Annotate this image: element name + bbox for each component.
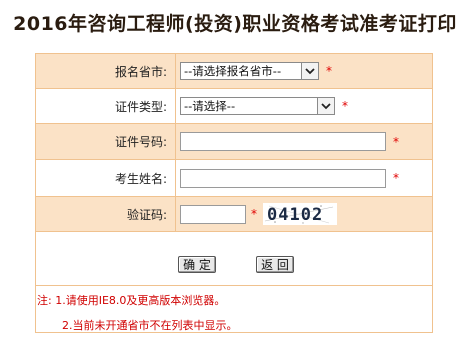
city-select[interactable]: --请选择报名省市-- [180,62,319,80]
required-mark: * [251,207,257,221]
chevron-down-icon[interactable] [301,63,318,79]
captcha-label: 验证码: [36,197,176,231]
row-city: 报名省市: --请选择报名省市-- * [36,54,432,89]
city-label: 报名省市: [36,54,176,88]
captcha-image[interactable]: 04102 [263,203,337,225]
required-mark: * [393,171,399,185]
city-select-value: --请选择报名省市-- [184,64,282,78]
row-id-number: 证件号码: * [36,124,432,160]
button-bar: 确 定 返 回 [0,256,470,276]
name-label: 考生姓名: [36,160,176,196]
name-input[interactable] [180,168,386,188]
captcha-input[interactable] [180,204,246,224]
row-captcha: 验证码: * 04102 [36,197,432,232]
page-title: 2016年咨询工程师(投资)职业资格考试准考证打印 [13,13,457,35]
id-number-label: 证件号码: [36,124,176,159]
row-id-type: 证件类型: --请选择-- * [36,89,432,124]
chevron-down-icon[interactable] [317,98,334,114]
required-mark: * [393,134,399,149]
back-button[interactable]: 返 回 [256,256,294,273]
required-mark: * [342,99,348,113]
id-type-select-value: --请选择-- [184,99,236,113]
id-type-select[interactable]: --请选择-- [180,97,335,115]
row-name: 考生姓名: * [36,160,432,197]
notes-section: 注: 1.请使用IE8.0及更高版本浏览器。 2.当前未开通省市不在列表中显示。 [35,285,433,334]
id-type-label: 证件类型: [36,89,176,123]
id-number-input[interactable] [180,132,386,151]
captcha-text: 04102 [267,205,323,225]
note-line-1: 注: 1.请使用IE8.0及更高版本浏览器。 [37,294,226,307]
required-mark: * [326,64,332,78]
note-line-2: 2.当前未开通省市不在列表中显示。 [62,319,238,332]
confirm-button[interactable]: 确 定 [178,256,216,273]
